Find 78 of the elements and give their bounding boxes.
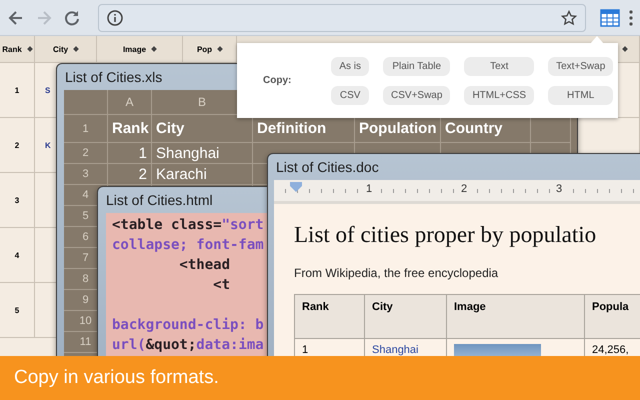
column-header[interactable]: City [35,36,97,63]
sheet-cell: Population [359,120,436,137]
city-link[interactable]: S [45,86,50,94]
row-number: 11 [80,336,92,348]
code-line: collapse; font-fam [112,236,264,255]
sheet-cell: City [156,120,184,137]
info-icon[interactable] [107,10,123,26]
sheet-cell: Shanghai [156,144,220,162]
column-letter: B [198,95,206,109]
city-link[interactable]: K [45,140,51,150]
table-cell: 3 [14,196,20,204]
table-header-cell: City [365,295,447,339]
table-cell: 1 [302,344,308,356]
sheet-cell: 2 [138,166,147,182]
column-header-label: City [52,44,68,54]
format-button[interactable]: As is [331,56,370,76]
sort-icon [622,46,628,52]
ruler-number: 2 [459,183,470,195]
table-cell: 5 [14,306,20,314]
sheet-cell: 1 [138,144,147,162]
row-number: 9 [82,294,89,306]
row-number: 6 [82,231,89,243]
row-number: 4 [82,189,89,201]
column-letter: A [125,95,134,109]
format-button[interactable]: Plain Table [383,56,450,76]
sheet-cell: Rank [112,120,149,137]
format-button[interactable]: CSV [331,86,370,104]
format-button[interactable]: Text [464,56,534,76]
code-line: <t [212,276,230,295]
table-cell: 1 [14,86,20,94]
column-header-label: Image [122,44,146,54]
code-line: <thead [178,256,230,275]
city-link[interactable]: Shanghai [372,344,418,356]
code-line: background-clip: b [112,316,264,335]
table-header-cell: Image [447,295,585,339]
sort-icon [73,46,79,52]
sort-icon [151,46,157,52]
code-line: url(&quot;data:ima [112,336,264,355]
format-button[interactable]: HTML+CSS [464,86,534,104]
table-header-cell: Popula [585,295,640,339]
menu-icon[interactable] [628,8,634,28]
document-subtitle: From Wikipedia, the free encyclopedia [294,266,498,280]
table-cell: 24,256, [592,344,629,356]
copy-label: Copy: [263,75,292,86]
column-header-label: Pop [196,44,212,54]
row-number: 3 [82,168,89,180]
row-number: 7 [82,252,89,264]
format-button[interactable]: HTML [548,86,614,104]
column-header[interactable]: Pop [183,36,237,63]
window-title: List of Cities.doc [275,158,380,177]
code-line: <table class="sort [112,216,264,235]
format-button[interactable]: Text+Swap [548,56,614,76]
table-cell: 4 [14,250,20,260]
document-heading: List of cities proper by populatio [294,222,596,248]
row-number: 5 [82,210,89,222]
table-header-cell: Rank [295,295,365,339]
sheet-cell: Karachi [156,166,207,182]
table-cell: 2 [14,140,20,150]
table-icon[interactable] [600,8,620,28]
format-button[interactable]: CSV+Swap [383,86,450,104]
sheet-cell: Country [445,120,502,137]
window-title: List of Cities.xls [64,68,164,87]
column-header-label: Rank [2,44,22,54]
row-number: 8 [82,273,89,285]
indent-marker-icon[interactable] [290,182,302,192]
sort-icon [217,46,223,52]
row-number: 1 [82,122,89,134]
column-header[interactable]: Image [97,36,183,63]
star-icon[interactable] [561,10,577,26]
row-number: 10 [79,315,92,327]
column-header[interactable]: Rank [0,36,35,63]
sheet-cell: Definition [257,120,326,137]
ruler-number: 3 [554,183,564,195]
row-number: 2 [82,147,89,159]
window-title: List of Cities.html [105,191,214,210]
sort-icon [26,46,33,52]
ruler-number: 1 [364,183,374,195]
caption-text: Copy in various formats. [14,367,219,389]
